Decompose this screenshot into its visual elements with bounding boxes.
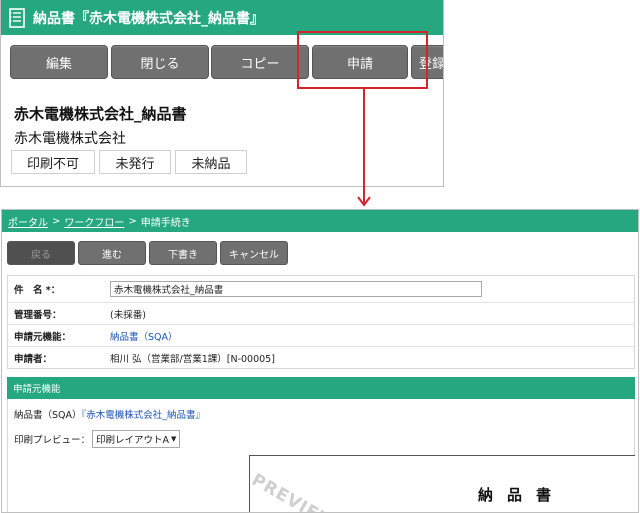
company-name: 赤木電機株式会社	[14, 131, 126, 147]
status-badge-print: 印刷不可	[11, 150, 95, 174]
print-layout-select[interactable]: 印刷レイアウトA ▼	[92, 430, 181, 448]
source-function-row: 申請元機能： 納品書（SQA）	[8, 325, 634, 347]
copy-button[interactable]: コピー	[211, 45, 309, 79]
source-document-line: 納品書（SQA）『赤木電機株式会社_納品書』	[14, 407, 205, 421]
cancel-button[interactable]: キャンセル	[220, 241, 288, 265]
application-procedure-window: ポータル > ワークフロー > 申請手続き 戻る 進む 下書き キャンセル 件 …	[1, 209, 639, 513]
source-function-link[interactable]: 納品書（SQA）	[110, 329, 178, 343]
breadcrumb-portal[interactable]: ポータル	[8, 214, 48, 229]
status-badge-issue: 未発行	[99, 150, 171, 174]
status-badge-delivery: 未納品	[175, 150, 247, 174]
breadcrumb-workflow[interactable]: ワークフロー	[64, 214, 124, 229]
down-arrow-icon	[357, 87, 371, 207]
close-button[interactable]: 閉じる	[111, 45, 209, 79]
subject-label: 件 名 *：	[14, 285, 61, 296]
source-function-label: 申請元機能：	[14, 331, 72, 343]
source-section-header: 申請元機能	[7, 377, 635, 399]
dropdown-arrow-icon: ▼	[171, 435, 177, 443]
subject-row: 件 名 *： 赤木電機株式会社_納品書	[8, 276, 634, 303]
mgmt-number-label: 管理番号：	[14, 309, 62, 321]
print-layout-value: 印刷レイアウトA	[96, 435, 170, 446]
back-button[interactable]: 戻る	[7, 241, 75, 265]
print-preview-paper: PREVIEW 納品書	[248, 455, 635, 513]
edit-button[interactable]: 編集	[10, 45, 108, 79]
mgmt-number-value: (未採番)	[110, 309, 146, 321]
breadcrumb-current: 申請手続き	[140, 217, 191, 229]
draft-button[interactable]: 下書き	[149, 241, 217, 265]
applicant-label: 申請者：	[14, 353, 53, 365]
breadcrumb: ポータル > ワークフロー > 申請手続き	[2, 210, 638, 232]
apply-button-highlight	[297, 31, 428, 89]
window-title: 納品書『赤木電機株式会社_納品書』	[33, 10, 264, 27]
delivery-note-window: 納品書『赤木電機株式会社_納品書』 編集 閉じる コピー 申請 登録 赤木電機株…	[0, 0, 444, 187]
status-badges: 印刷不可 未発行 未納品	[11, 150, 251, 174]
application-form: 件 名 *： 赤木電機株式会社_納品書 管理番号： (未採番) 申請元機能： 納…	[7, 275, 635, 369]
mgmt-number-row: 管理番号： (未採番)	[8, 303, 634, 325]
document-title: 赤木電機株式会社_納品書	[14, 105, 187, 123]
next-button[interactable]: 進む	[78, 241, 146, 265]
print-preview-label: 印刷プレビュー：	[14, 435, 91, 446]
source-section-body: 納品書（SQA）『赤木電機株式会社_納品書』 印刷プレビュー： 印刷レイアウトA…	[7, 399, 635, 513]
subject-input[interactable]: 赤木電機株式会社_納品書	[110, 281, 482, 297]
applicant-row: 申請者： 相川 弘（営業部/営業1課）[N-00005]	[8, 347, 634, 368]
applicant-value: 相川 弘（営業部/営業1課）[N-00005]	[110, 353, 275, 365]
paper-title: 納品書	[478, 486, 566, 504]
print-preview-line: 印刷プレビュー： 印刷レイアウトA ▼	[14, 430, 181, 448]
preview-watermark: PREVIEW	[248, 470, 340, 513]
breadcrumb-separator: >	[52, 215, 61, 227]
breadcrumb-separator: >	[128, 215, 137, 227]
window-title-bar: 納品書『赤木電機株式会社_納品書』	[1, 0, 443, 35]
source-document-link[interactable]: 『赤木電機株式会社_納品書』	[82, 410, 206, 421]
source-document-type: 納品書（SQA）	[14, 410, 82, 421]
document-list-icon	[9, 7, 25, 28]
